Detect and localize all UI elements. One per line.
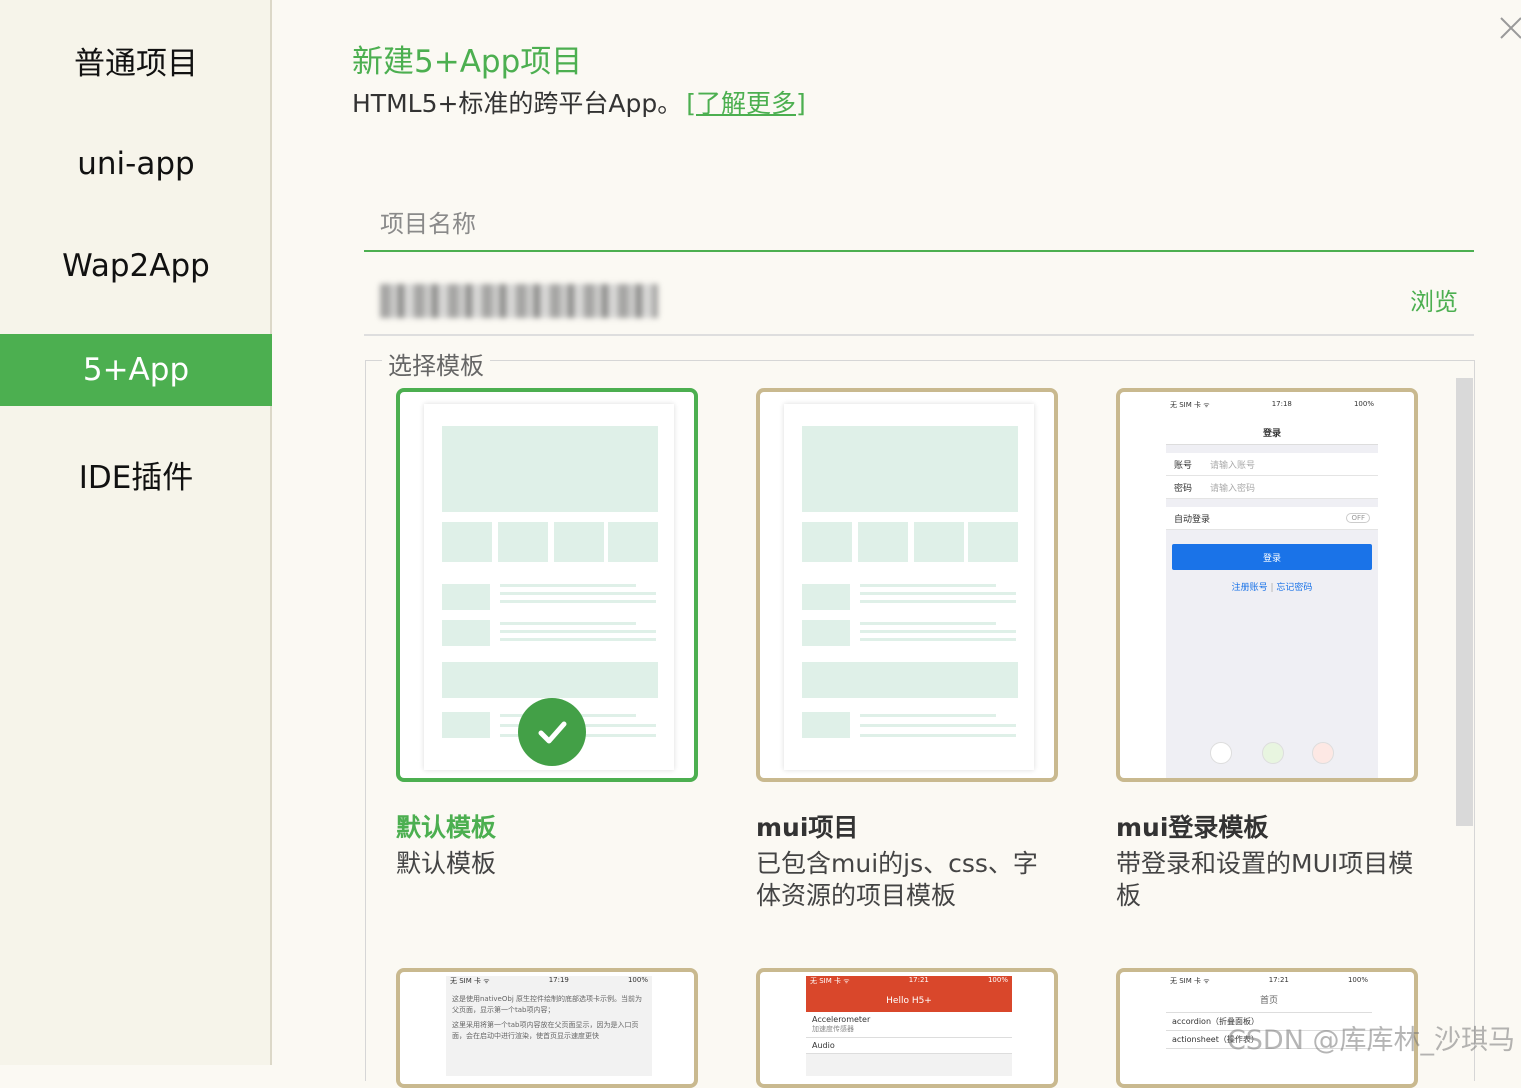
- preview-register-link: 注册账号: [1231, 583, 1268, 593]
- template-desc-mui: 已包含mui的js、css、字体资源的项目模板: [756, 849, 1038, 910]
- wechat-icon: [1262, 742, 1284, 764]
- preview-auto-login-label: 自动登录: [1174, 514, 1211, 525]
- status-battery: 100%: [1353, 400, 1374, 408]
- weibo-icon: [1312, 742, 1334, 764]
- status-carrier: 无 SIM 卡 ᯤ: [810, 977, 850, 985]
- qq-icon: [1210, 742, 1232, 764]
- preview-header: Hello H5+: [806, 990, 1012, 1012]
- status-time: 17:19: [548, 976, 569, 984]
- preview-list-subtext: 加速度传感器: [812, 1025, 854, 1033]
- status-battery: 100%: [987, 976, 1008, 984]
- preview-list-item: Accelerometer: [812, 1015, 871, 1024]
- template-card-mui-login[interactable]: 无 SIM 卡 ᯤ 17:18 100% 登录 账号 请输入账号 密码 请输入密…: [1116, 388, 1418, 782]
- tabbar-preview: 无 SIM 卡 ᯤ 17:19 100% 这是使用nativeObj 原生控件绘制的…: [446, 976, 652, 1076]
- template-card-hello-h5[interactable]: 无 SIM 卡 ᯤ 17:21 100% Hello H5+ Acceleromet…: [756, 968, 1058, 1088]
- status-time: 17:21: [908, 976, 929, 984]
- template-title-mui-login[interactable]: mui登录模板: [1116, 808, 1268, 844]
- preview-toggle: OFF: [1346, 513, 1370, 523]
- preview-account-placeholder: 请输入账号: [1210, 460, 1256, 471]
- template-card-default[interactable]: [396, 388, 698, 782]
- learn-more-link[interactable]: [了解更多]: [686, 89, 806, 118]
- template-card-tabbar[interactable]: 无 SIM 卡 ᯤ 17:19 100% 这是使用nativeObj 原生控件绘制的…: [396, 968, 698, 1088]
- template-scrollbar[interactable]: [1456, 378, 1473, 826]
- status-battery: 100%: [627, 976, 648, 984]
- close-icon[interactable]: [1497, 8, 1521, 42]
- preview-account-label: 账号: [1174, 460, 1193, 471]
- page-title: 新建5+App项目: [352, 44, 583, 80]
- status-carrier: 无 SIM 卡 ᯤ: [1170, 977, 1210, 985]
- preview-password-placeholder: 请输入密码: [1210, 483, 1256, 494]
- selected-check-icon: [518, 698, 586, 766]
- template-preview: [784, 404, 1034, 770]
- template-title-mui[interactable]: mui项目: [756, 808, 858, 844]
- login-preview: 无 SIM 卡 ᯤ 17:18 100% 登录 账号 请输入账号 密码 请输入密…: [1166, 400, 1378, 778]
- preview-list-item: Audio: [806, 1038, 1012, 1054]
- project-name-input[interactable]: [364, 198, 1474, 252]
- status-time: 17:18: [1271, 400, 1292, 408]
- preview-nav-title: 首页: [1166, 990, 1372, 1013]
- page-subtitle: HTML5+标准的跨平台App。 [了解更多]: [352, 84, 806, 120]
- browse-button[interactable]: 浏览: [1410, 282, 1458, 317]
- preview-text: 这是使用nativeObj 原生控件绘制的底部选项卡示例。当前为父页面，显示第一…: [452, 995, 642, 1014]
- sidebar-item-wap2app[interactable]: Wap2App: [0, 230, 272, 302]
- project-path-row: 浏览: [364, 276, 1474, 336]
- watermark: CSDN @库库林_沙琪马: [1226, 1025, 1515, 1056]
- template-desc-default: 默认模板: [396, 849, 497, 878]
- preview-text: 这里采用将第一个tab项内容放在父页面显示，因为是入口页面，会在启动中进行渲染，…: [452, 1021, 639, 1040]
- sidebar-item-uni-app[interactable]: uni-app: [0, 128, 272, 200]
- preview-login-button: 登录: [1172, 544, 1372, 570]
- project-path-value[interactable]: [380, 284, 658, 318]
- template-title-default[interactable]: 默认模板: [396, 808, 496, 844]
- status-battery: 100%: [1347, 976, 1368, 984]
- sidebar-item-normal-project[interactable]: 普通项目: [0, 24, 272, 96]
- status-carrier: 无 SIM 卡 ᯤ: [450, 977, 490, 985]
- template-legend: 选择模板: [382, 346, 490, 381]
- preview-forgot-link: 忘记密码: [1276, 583, 1313, 593]
- hello-h5-preview: 无 SIM 卡 ᯤ 17:21 100% Hello H5+ Acceleromet…: [806, 976, 1012, 1076]
- sidebar-item-5plus-app[interactable]: 5+App: [0, 334, 272, 406]
- sidebar-item-ide-plugin[interactable]: IDE插件: [0, 438, 272, 510]
- preview-links: 注册账号 | 忘记密码: [1231, 583, 1313, 593]
- preview-nav-title: 登录: [1166, 426, 1378, 445]
- status-carrier: 无 SIM 卡 ᯤ: [1170, 401, 1210, 409]
- status-bar: 无 SIM 卡 ᯤ 17:18 100%: [1166, 400, 1378, 426]
- preview-password-row: 密码 请输入密码: [1166, 476, 1378, 499]
- preview-password-label: 密码: [1174, 483, 1193, 494]
- status-time: 17:21: [1268, 976, 1289, 984]
- template-desc-mui-login: 带登录和设置的MUI项目模板: [1116, 849, 1414, 910]
- subtitle-text: HTML5+标准的跨平台App。: [352, 89, 683, 118]
- preview-auto-login-row: 自动登录 OFF: [1166, 507, 1378, 530]
- template-card-mui[interactable]: [756, 388, 1058, 782]
- preview-account-row: 账号 请输入账号: [1166, 453, 1378, 476]
